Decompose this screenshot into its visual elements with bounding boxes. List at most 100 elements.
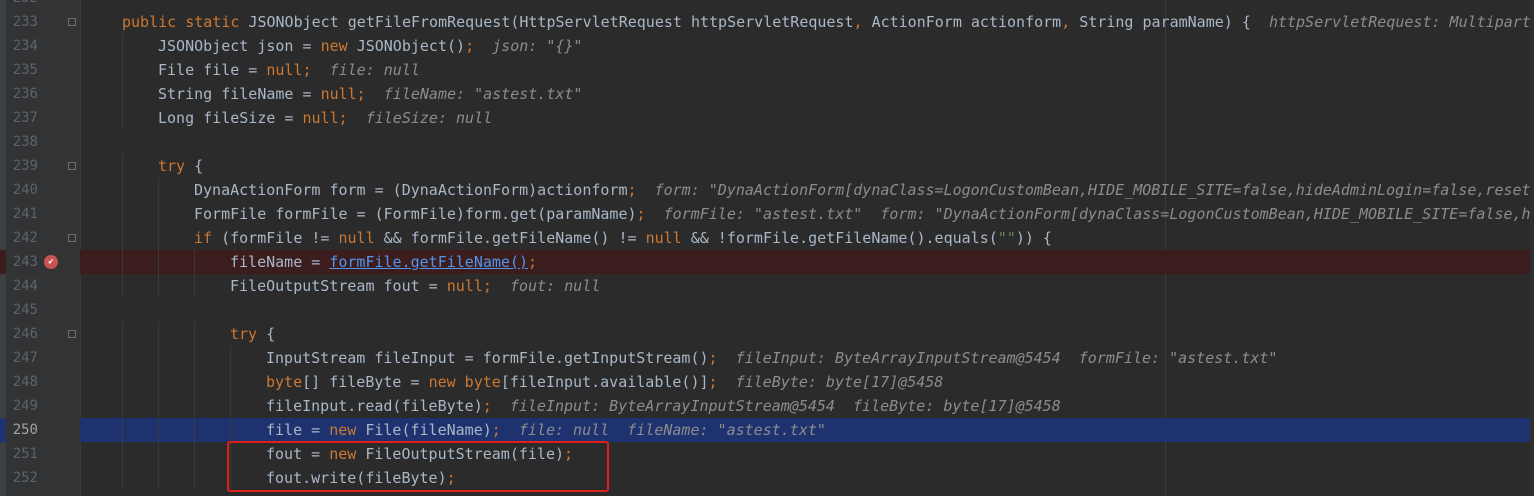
code-token: "" [997, 229, 1016, 247]
line-number: 234 [12, 38, 38, 54]
code-token: { [194, 157, 204, 175]
code-line[interactable]: 244 FileOutputStream fout = null; fout: n… [0, 274, 1534, 298]
code-line[interactable]: 245 [0, 298, 1534, 322]
indent-guide [158, 250, 159, 274]
code-token: ; [491, 421, 519, 439]
code-line[interactable]: 233 public static JSONObject getFileFromR… [0, 10, 1534, 34]
code-text[interactable]: InputStream fileInput = formFile.getInpu… [266, 346, 1277, 370]
indent-guide [158, 274, 159, 298]
code-text[interactable]: public static JSONObject getFileFromRequ… [122, 10, 1534, 34]
code-token: null; [320, 85, 384, 103]
code-token: null [338, 229, 384, 247]
code-text[interactable]: if (formFile != null && formFile.getFile… [194, 226, 1052, 250]
code-token: new [320, 37, 357, 55]
code-text[interactable]: fileInput.read(fileByte); fileInput: Byt… [266, 394, 1061, 418]
code-line[interactable]: 234 JSONObject json = new JSONObject(); j… [0, 34, 1534, 58]
code-token: File file = [158, 61, 267, 79]
code-token: ; [528, 253, 538, 271]
indent-guide [122, 394, 123, 418]
code-line[interactable]: 237 Long fileSize = null; fileSize: null [0, 106, 1534, 130]
inline-debug-value: file: null fileName: "astest.txt" [518, 421, 826, 439]
code-text[interactable]: byte[] fileByte = new byte[fileInput.ava… [266, 370, 943, 394]
indent-guide [122, 346, 123, 370]
code-text[interactable]: FormFile formFile = (FormFile)form.get(p… [194, 202, 1534, 226]
indent-guide [122, 154, 123, 178]
code-text[interactable]: String fileName = null; fileName: "astes… [158, 82, 582, 106]
line-number: 242 [12, 230, 38, 246]
code-token: (formFile != [221, 229, 339, 247]
indent-guide [230, 346, 231, 370]
code-line[interactable]: 248 byte[] fileByte = new byte[fileInput.… [0, 370, 1534, 394]
code-token: ActionForm actionform [871, 13, 1062, 31]
indent-guide [158, 346, 159, 370]
code-text[interactable]: try { [158, 154, 203, 178]
code-token: && formFile.getFileName() != [383, 229, 646, 247]
code-token: ; [708, 373, 736, 391]
code-line[interactable]: 239 try { [0, 154, 1534, 178]
line-number: 240 [12, 182, 38, 198]
code-text[interactable]: FileOutputStream fout = null; fout: null [230, 274, 600, 298]
indent-guide [194, 394, 195, 418]
indent-guide [122, 442, 123, 466]
code-line[interactable]: 247 InputStream fileInput = formFile.getI… [0, 346, 1534, 370]
indent-guide [230, 418, 231, 442]
code-text[interactable]: Long fileSize = null; fileSize: null [158, 106, 492, 130]
code-token: && !formFile.getFileName().equals( [690, 229, 998, 247]
indent-guide [194, 370, 195, 394]
breakpoint-check-icon[interactable]: ✔ [44, 255, 58, 269]
code-line[interactable]: 246 try { [0, 322, 1534, 346]
code-token: , [853, 13, 872, 31]
code-token: try [158, 157, 195, 175]
editor-scrollbar[interactable] [1530, 0, 1534, 496]
code-line[interactable]: 250 file = new File(fileName); file: null… [0, 418, 1534, 442]
fold-marker-icon[interactable] [68, 234, 76, 242]
fold-marker-icon[interactable] [68, 330, 76, 338]
code-token: DynaActionForm form = (DynaActionForm)ac… [194, 181, 628, 199]
code-text[interactable]: try { [230, 322, 275, 346]
code-token: ; [482, 397, 510, 415]
code-token: JSONObject getFileFromRequest(HttpServle… [248, 13, 854, 31]
code-line[interactable]: 241 FormFile formFile = (FormFile)form.ge… [0, 202, 1534, 226]
code-line[interactable]: 232 [0, 0, 1534, 10]
code-line[interactable]: 240 DynaActionForm form = (DynaActionForm… [0, 178, 1534, 202]
indent-guide [194, 250, 195, 274]
code-text[interactable]: DynaActionForm form = (DynaActionForm)ac… [194, 178, 1534, 202]
code-token: null [645, 229, 691, 247]
code-text[interactable]: File file = null; file: null [158, 58, 420, 82]
code-text[interactable]: JSONObject json = new JSONObject(); json… [158, 34, 582, 58]
indent-guide [122, 34, 123, 58]
code-token: )) { [1015, 229, 1052, 247]
code-editor[interactable]: 232 233 public static JSONObject getFileFr… [0, 0, 1534, 490]
line-number: 233 [12, 14, 38, 30]
indent-guide [122, 58, 123, 82]
indent-guide [158, 178, 159, 202]
indent-guide [122, 82, 123, 106]
code-line[interactable]: 242 if (formFile != null && formFile.getF… [0, 226, 1534, 250]
indent-guide [194, 274, 195, 298]
code-line[interactable]: 238 [0, 130, 1534, 154]
fold-marker-icon[interactable] [68, 18, 76, 26]
code-token: ; [465, 37, 493, 55]
indent-guide [122, 418, 123, 442]
code-line[interactable]: 235 File file = null; file: null [0, 58, 1534, 82]
code-text[interactable]: file = new File(fileName); file: null fi… [266, 418, 826, 442]
fold-marker-icon[interactable] [68, 162, 76, 170]
code-text[interactable]: fileName = formFile.getFileName(); [230, 250, 537, 274]
code-line[interactable]: 249 fileInput.read(fileByte); fileInput: … [0, 394, 1534, 418]
code-token: ; [627, 181, 655, 199]
code-token: JSONObject json = [158, 37, 321, 55]
indent-guide [230, 394, 231, 418]
line-number: 236 [12, 86, 38, 102]
indent-guide [158, 442, 159, 466]
code-token: JSONObject() [356, 37, 466, 55]
indent-guide [122, 226, 123, 250]
code-link[interactable]: formFile.getFileName() [329, 253, 528, 271]
indent-guide [122, 274, 123, 298]
indent-guide [194, 442, 195, 466]
code-token: new [329, 421, 366, 439]
line-number: 243 [12, 254, 38, 270]
indent-guide [122, 178, 123, 202]
line-number: 244 [12, 278, 38, 294]
code-line[interactable]: 243 ✔ fileName = formFile.getFileName(); [0, 250, 1534, 274]
code-line[interactable]: 236 String fileName = null; fileName: "as… [0, 82, 1534, 106]
